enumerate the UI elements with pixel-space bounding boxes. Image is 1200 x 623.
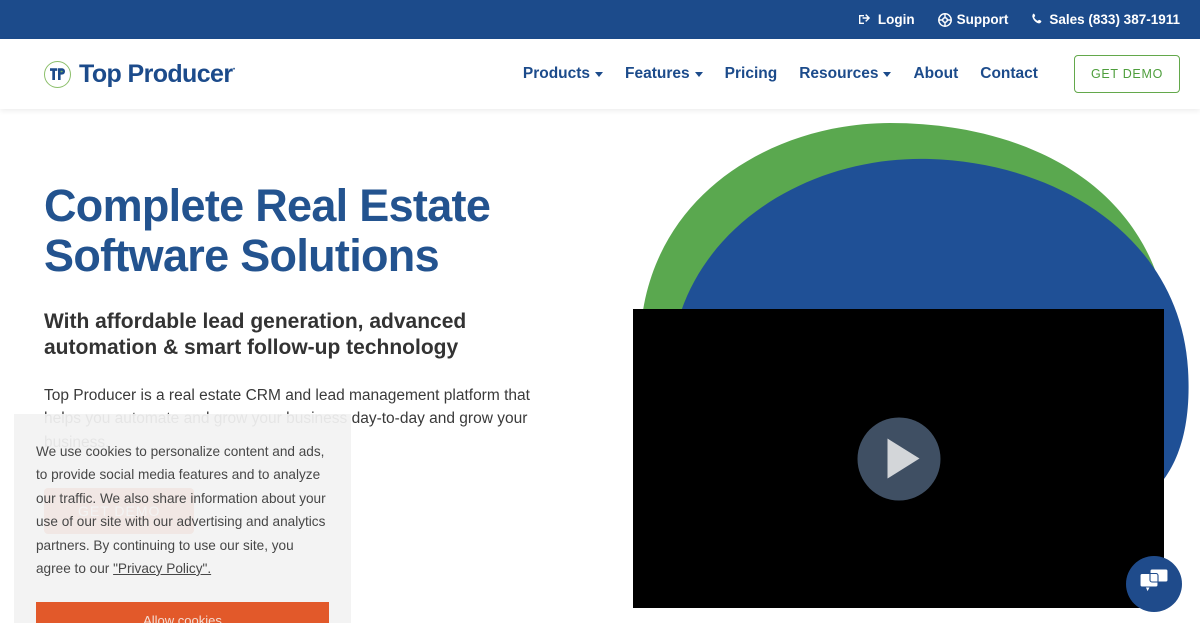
- tp-monogram-icon: [44, 60, 71, 88]
- chevron-down-icon: [595, 71, 604, 77]
- topbar-link-sales-label: Sales (833) 387-1911: [1049, 12, 1180, 27]
- topbar-link-support[interactable]: Support: [937, 12, 1009, 27]
- chevron-down-icon: [883, 71, 892, 77]
- nav-item-features-label: Features: [625, 65, 690, 82]
- hero-heading: Complete Real Estate Software Solutions: [44, 181, 574, 281]
- nav-item-resources-label: Resources: [799, 65, 879, 82]
- nav-item-products-label: Products: [522, 65, 591, 82]
- top-utility-bar: Login Support Sales (833) 387-1911: [0, 0, 1200, 39]
- nav-item-pricing[interactable]: Pricing: [725, 65, 778, 83]
- allow-cookies-button[interactable]: Allow cookies: [36, 602, 329, 623]
- nav-item-pricing-label: Pricing: [724, 65, 778, 82]
- nav-item-contact[interactable]: Contact: [980, 65, 1038, 83]
- video-play-button[interactable]: [857, 417, 940, 500]
- topbar-link-sales[interactable]: Sales (833) 387-1911: [1031, 12, 1180, 27]
- login-arrow-icon: [858, 13, 873, 26]
- hero-video-player[interactable]: [633, 309, 1164, 608]
- nav-item-contact-label: Contact: [980, 65, 1038, 82]
- hero-heading-line-2: Software Solutions: [44, 229, 440, 281]
- nav-item-about[interactable]: About: [913, 65, 958, 83]
- cookie-banner-text: We use cookies to personalize content an…: [36, 440, 329, 580]
- topbar-link-login-label: Login: [877, 12, 915, 27]
- chat-widget-button[interactable]: [1126, 556, 1182, 612]
- main-navigation: Products Features Pricing Resources Abou…: [523, 55, 1200, 93]
- site-logo[interactable]: Top Producer·: [44, 60, 236, 89]
- chat-bubbles-icon: [1139, 568, 1169, 600]
- topbar-link-login[interactable]: Login: [858, 12, 915, 27]
- play-triangle-icon: [887, 438, 919, 479]
- chevron-down-icon: [694, 71, 703, 77]
- cookie-consent-banner: We use cookies to personalize content an…: [14, 414, 351, 623]
- logo-trademark: ·: [232, 63, 236, 76]
- nav-item-about-label: About: [913, 65, 959, 82]
- lifebuoy-icon: [937, 12, 952, 27]
- nav-item-resources[interactable]: Resources: [799, 65, 892, 83]
- site-header: Top Producer· Products Features Pricing …: [0, 39, 1200, 109]
- cookie-banner-body: We use cookies to personalize content an…: [36, 444, 326, 576]
- site-logo-text: Top Producer·: [79, 59, 236, 88]
- privacy-policy-link[interactable]: "Privacy Policy".: [113, 561, 211, 576]
- hero-subheading: With affordable lead generation, advance…: [44, 309, 467, 360]
- nav-item-features[interactable]: Features: [625, 65, 703, 83]
- nav-item-products[interactable]: Products: [522, 65, 604, 83]
- header-get-demo-button[interactable]: GET DEMO: [1073, 55, 1180, 93]
- topbar-link-support-label: Support: [956, 12, 1009, 27]
- phone-icon: [1031, 13, 1044, 26]
- hero-heading-line-1: Complete Real Estate: [44, 180, 491, 231]
- hero-section: Complete Real Estate Software Solutions …: [0, 109, 1200, 623]
